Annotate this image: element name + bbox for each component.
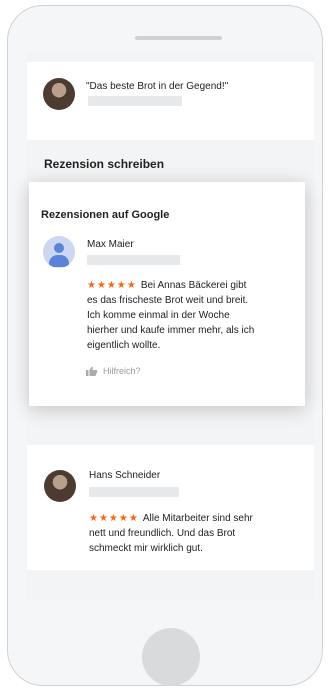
reviewer-name-placeholder (88, 96, 182, 106)
review-date-placeholder (87, 255, 180, 265)
avatar-body (49, 255, 69, 267)
review-text-line-4: hierher und kaufe immer mehr, als ich (87, 325, 255, 336)
second-review-card: Hans Schneider ★★★★★ Alle Mitarbeiter sin… (27, 445, 314, 570)
review-author: Hans Schneider (89, 470, 161, 481)
review-text-line-3: schmeckt mir wirklich gut. (89, 543, 203, 554)
review-text-line-2: es das frischeste Brot weit und breit. (87, 295, 249, 306)
google-reviews-heading: Rezensionen auf Google (41, 209, 170, 221)
review-text-line-1: Bei Annas Bäckerei gibt (140, 280, 247, 291)
helpful-label: Hilfreich? (103, 366, 141, 376)
thumbs-up-icon (86, 366, 98, 376)
rating-stars: ★★★★★ (87, 280, 137, 291)
rating-stars: ★★★★★ (89, 513, 139, 524)
review-date-placeholder (89, 487, 179, 497)
review-text-line-3: Ich komme einmal in der Woche (87, 310, 230, 321)
reviewer-avatar (43, 78, 75, 110)
home-button[interactable] (142, 628, 200, 686)
reviewer-avatar (44, 470, 76, 502)
review-body: ★★★★★ Bei Annas Bäckerei gibt es das fris… (87, 278, 297, 353)
write-review-link[interactable]: Rezension schreiben (44, 157, 164, 171)
review-quote: "Das beste Brot in der Gegend!" (86, 81, 229, 92)
avatar-head (54, 243, 64, 253)
review-body: ★★★★★ Alle Mitarbeiter sind sehr nett und… (89, 511, 304, 556)
review-text-line-2: nett und freundlich. Und das Brot (89, 528, 236, 539)
phone-speaker (135, 36, 222, 40)
top-review-card: "Das beste Brot in der Gegend!" (27, 62, 314, 140)
review-author: Max Maier (87, 239, 134, 250)
google-reviews-panel: Rezensionen auf Google Max Maier ★★★★★ Be… (29, 182, 305, 406)
review-text-line-1: Alle Mitarbeiter sind sehr (142, 513, 253, 524)
helpful-button[interactable]: Hilfreich? (86, 366, 141, 376)
person-icon (43, 236, 75, 268)
review-text-line-5: eigentlich wollte. (87, 340, 161, 351)
